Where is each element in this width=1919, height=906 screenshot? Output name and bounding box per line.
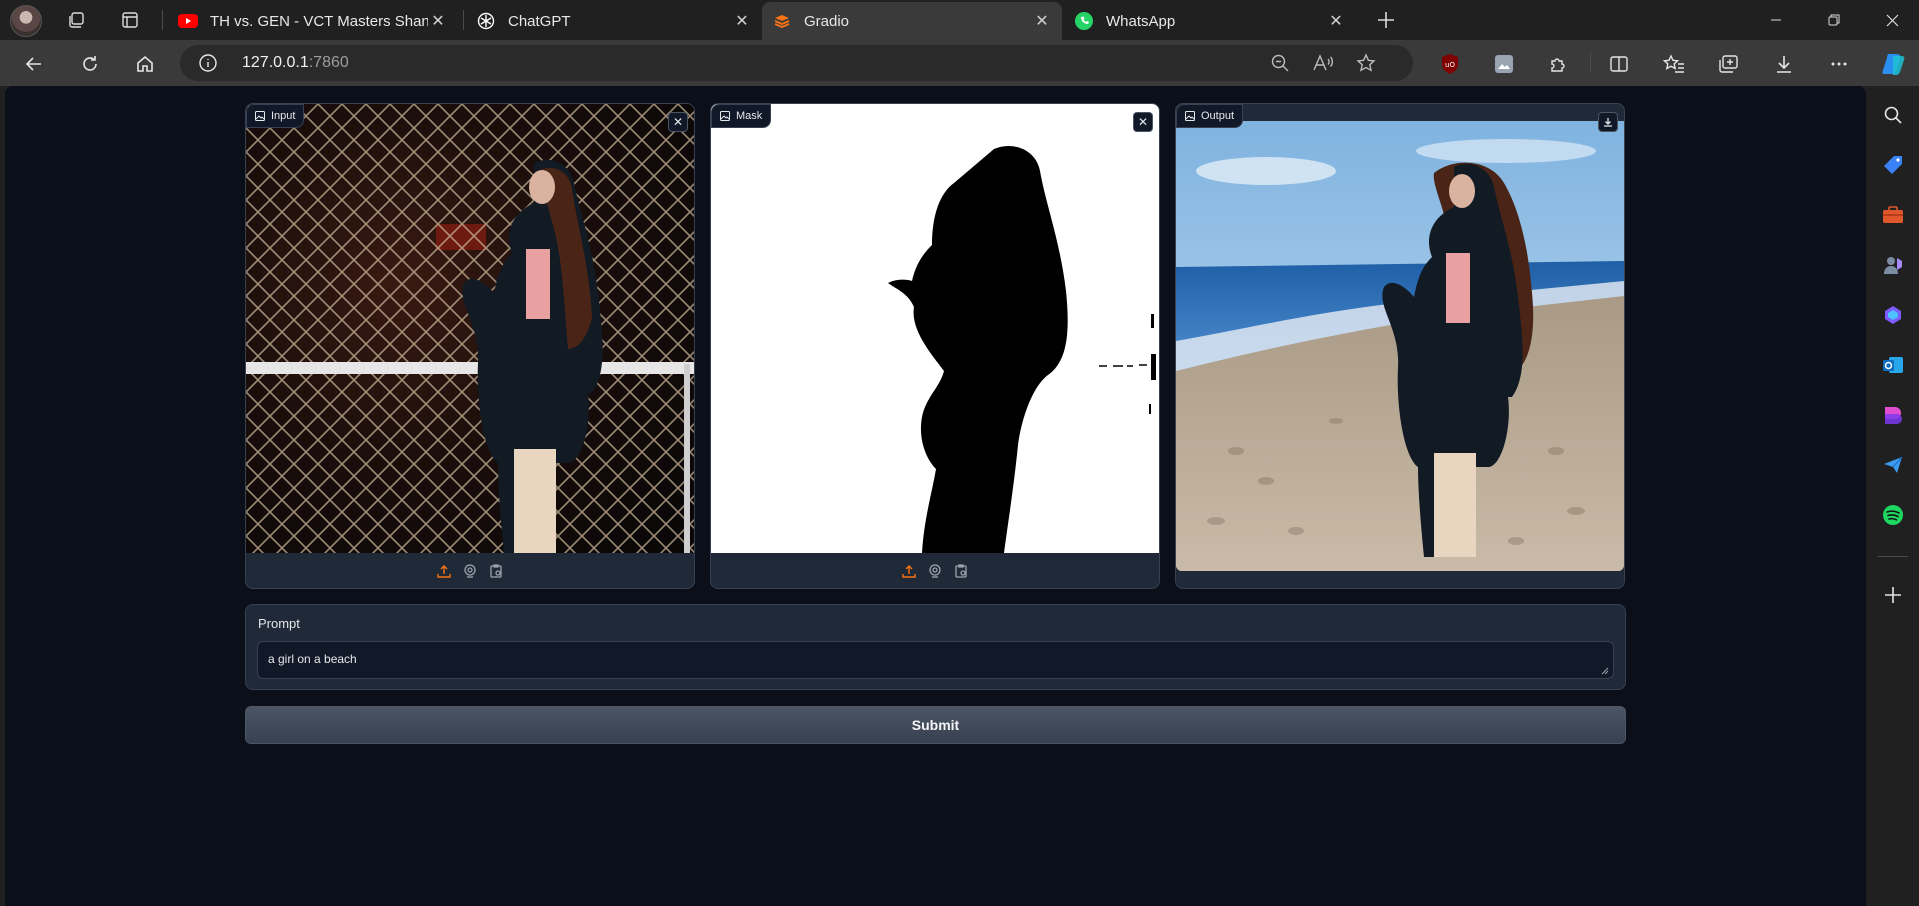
workspaces-icon[interactable] xyxy=(64,8,88,32)
input-image-panel: Input ✕ xyxy=(245,103,695,589)
back-icon[interactable] xyxy=(18,48,50,80)
clear-input-button[interactable]: ✕ xyxy=(668,112,688,132)
collections-icon[interactable] xyxy=(1713,48,1745,80)
output-label: Output xyxy=(1176,104,1244,128)
url-text[interactable]: 127.0.0.1:7860 xyxy=(242,54,349,72)
copilot-sidebar-icon[interactable] xyxy=(1880,302,1906,328)
ublock-icon[interactable]: uO xyxy=(1434,48,1466,80)
zoom-out-icon[interactable] xyxy=(1268,51,1292,75)
profile-avatar[interactable] xyxy=(10,5,42,37)
send-icon[interactable] xyxy=(1880,452,1906,478)
tab-title: TH vs. GEN - VCT Masters Shangh xyxy=(210,12,428,30)
favorites-icon[interactable] xyxy=(1658,48,1690,80)
output-image-panel: Output xyxy=(1175,103,1625,589)
tab-close-icon[interactable]: ✕ xyxy=(732,11,752,31)
extensions-icon[interactable] xyxy=(1543,48,1575,80)
tab-gradio[interactable]: Gradio ✕ xyxy=(762,2,1062,40)
add-sidebar-app-icon[interactable] xyxy=(1880,582,1906,608)
search-icon[interactable] xyxy=(1880,102,1906,128)
prompt-block: Prompt a girl on a beach xyxy=(245,604,1626,690)
webcam-icon[interactable] xyxy=(462,563,478,579)
mask-source-toolbar xyxy=(711,553,1159,588)
input-label: Input xyxy=(246,104,305,128)
clipboard-icon[interactable] xyxy=(953,563,969,579)
edge-sidebar xyxy=(1866,86,1919,906)
restore-icon[interactable] xyxy=(1811,0,1857,40)
tab-title: Gradio xyxy=(804,12,850,30)
tab-close-icon[interactable]: ✕ xyxy=(1326,11,1346,31)
tab-title: WhatsApp xyxy=(1106,12,1176,30)
games-icon[interactable] xyxy=(1880,252,1906,278)
clear-mask-button[interactable]: ✕ xyxy=(1133,112,1153,132)
mask-label: Mask xyxy=(711,104,772,128)
site-info-icon[interactable] xyxy=(198,53,218,73)
mask-image[interactable] xyxy=(711,104,1159,553)
download-icon[interactable] xyxy=(1598,112,1618,132)
refresh-icon[interactable] xyxy=(74,48,106,80)
gradio-page: Input ✕ Mask ✕ Output Prompt a girl on a… xyxy=(5,86,1866,906)
more-menu-icon[interactable] xyxy=(1823,48,1855,80)
spotify-icon[interactable] xyxy=(1880,502,1906,528)
extension-picture-icon[interactable] xyxy=(1488,48,1520,80)
tab-title: ChatGPT xyxy=(508,12,571,30)
downloads-icon[interactable] xyxy=(1768,48,1800,80)
tab-chatgpt[interactable]: ChatGPT ✕ xyxy=(466,2,762,40)
mask-image-panel: Mask ✕ xyxy=(710,103,1160,589)
input-source-toolbar xyxy=(246,553,694,588)
prompt-label: Prompt xyxy=(258,616,300,631)
designer-icon[interactable] xyxy=(1880,402,1906,428)
input-image[interactable] xyxy=(246,104,694,553)
tools-briefcase-icon[interactable] xyxy=(1880,202,1906,228)
minimize-icon[interactable] xyxy=(1753,0,1799,40)
address-bar[interactable]: 127.0.0.1:7860 xyxy=(180,45,1413,81)
outlook-icon[interactable] xyxy=(1880,352,1906,378)
whatsapp-icon xyxy=(1074,11,1094,31)
tab-close-icon[interactable]: ✕ xyxy=(1032,11,1052,31)
tab-youtube[interactable]: TH vs. GEN - VCT Masters Shangh ✕ xyxy=(168,2,458,40)
favorite-star-icon[interactable] xyxy=(1354,51,1378,75)
clipboard-icon[interactable] xyxy=(488,563,504,579)
copilot-icon[interactable] xyxy=(1878,48,1910,80)
tab-actions-icon[interactable] xyxy=(118,8,142,32)
close-window-icon[interactable] xyxy=(1869,0,1915,40)
youtube-icon xyxy=(178,11,198,31)
output-image[interactable] xyxy=(1176,121,1624,571)
read-aloud-icon[interactable] xyxy=(1311,51,1335,75)
upload-icon[interactable] xyxy=(901,563,917,579)
gradio-icon xyxy=(772,11,792,31)
resize-grip-icon[interactable] xyxy=(1601,667,1609,675)
home-icon[interactable] xyxy=(129,48,161,80)
tab-close-icon[interactable]: ✕ xyxy=(428,11,448,31)
new-tab-icon[interactable] xyxy=(1374,8,1398,32)
navigation-bar: 127.0.0.1:7860 uO xyxy=(0,40,1919,86)
chatgpt-icon xyxy=(476,11,496,31)
prompt-textarea[interactable]: a girl on a beach xyxy=(257,641,1614,679)
webcam-icon[interactable] xyxy=(927,563,943,579)
split-screen-icon[interactable] xyxy=(1603,48,1635,80)
tab-strip: TH vs. GEN - VCT Masters Shangh ✕ ChatGP… xyxy=(0,0,1919,40)
submit-button[interactable]: Submit xyxy=(245,706,1626,744)
svg-text:uO: uO xyxy=(1445,61,1455,69)
tab-whatsapp[interactable]: WhatsApp ✕ xyxy=(1064,2,1356,40)
shopping-tag-icon[interactable] xyxy=(1880,152,1906,178)
upload-icon[interactable] xyxy=(436,563,452,579)
